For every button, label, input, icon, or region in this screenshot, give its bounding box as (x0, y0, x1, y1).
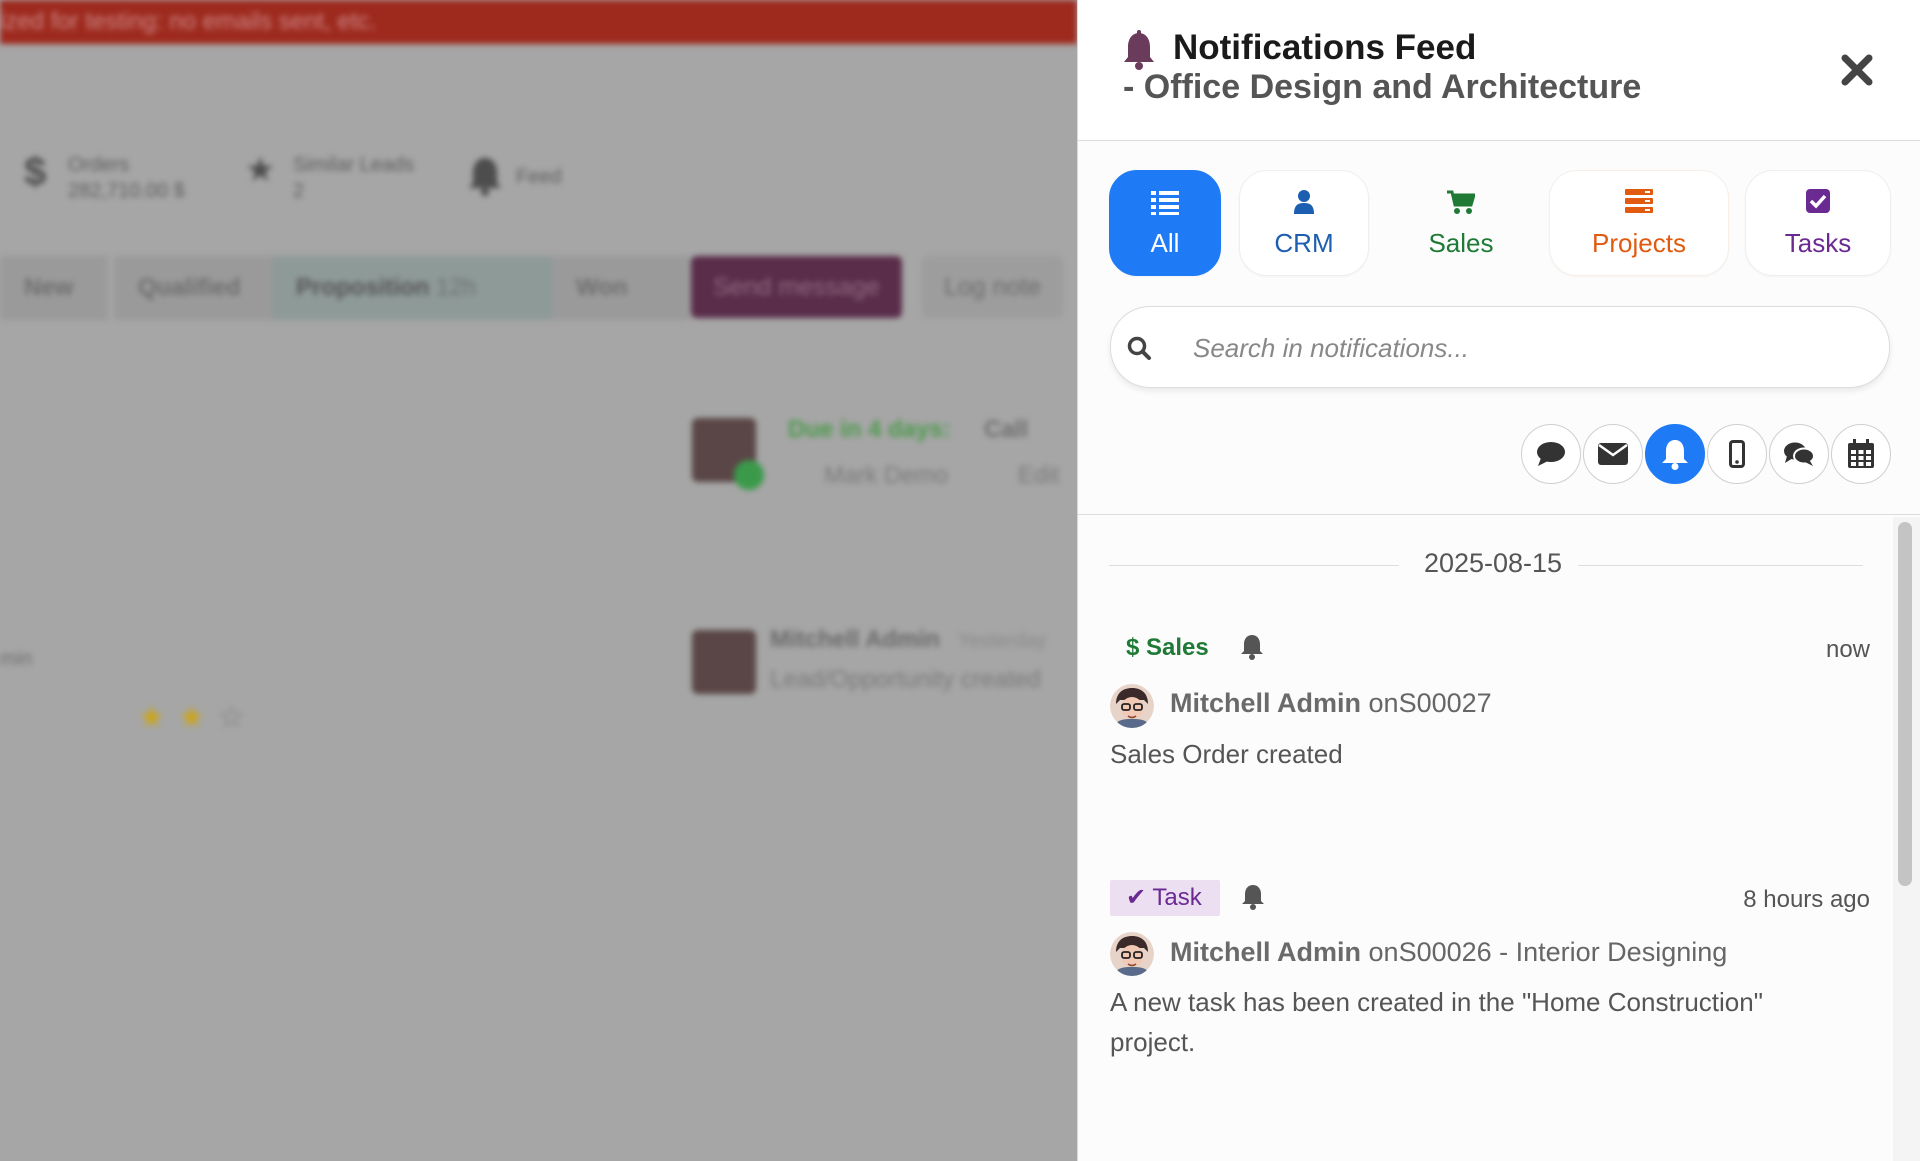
log-note-button[interactable]: Log note (922, 256, 1064, 318)
panel-subtitle: - Office Design and Architecture (1123, 68, 1642, 106)
tab-all[interactable]: All (1109, 170, 1221, 276)
dollar-icon: $ (1126, 634, 1140, 661)
stage-new[interactable]: New (0, 256, 108, 320)
notification-time: 8 hours ago (1743, 886, 1870, 913)
bell-icon (1662, 440, 1688, 470)
calendar-icon (1848, 439, 1874, 468)
filter-notification-button[interactable] (1645, 424, 1705, 484)
date-group-label: 2025-08-15 (1423, 548, 1563, 578)
bell-icon (1242, 885, 1264, 910)
notification-item[interactable]: ✔ Task 8 hours ago Mitchell Admin onS000… (1110, 880, 1870, 1060)
record-reference[interactable]: onS00027 (1369, 688, 1492, 718)
stage-label: New (24, 274, 74, 301)
tab-label: Tasks (1784, 228, 1852, 258)
send-message-button[interactable]: Send message (691, 256, 902, 318)
author-name: Mitchell Admin (1170, 688, 1362, 718)
check-icon: ✔ (1126, 884, 1147, 911)
stage-proposition[interactable]: Proposition 12h (272, 256, 560, 320)
activity-type: Call (984, 416, 1029, 443)
stage-label: Proposition (296, 274, 430, 301)
dollar-icon: $ (24, 150, 47, 194)
button-label: Log note (944, 273, 1042, 301)
tab-label: Sales (1428, 228, 1494, 258)
record-reference[interactable]: onS00026 - Interior Designing (1369, 937, 1728, 967)
banner-text: ized for testing: no emails sent, etc. (0, 8, 377, 35)
filter-sms-button[interactable] (1707, 424, 1767, 484)
button-label: Send message (713, 273, 880, 301)
notification-author-line: Mitchell Admin onS00027 (1170, 688, 1492, 719)
activity-edit-link[interactable]: Edit (1018, 462, 1059, 490)
notification-time: now (1825, 636, 1870, 663)
field-text: min (0, 648, 33, 670)
stage-duration: 12h (436, 274, 477, 301)
stage-label: Won (576, 274, 628, 301)
tab-projects[interactable]: Projects (1549, 170, 1729, 276)
notification-body: Sales Order created (1110, 739, 1343, 769)
activity-due: Due in 4 days: (788, 416, 951, 443)
star-icon: ★ (245, 151, 276, 189)
message-time: Yesterday (958, 630, 1047, 652)
search-input[interactable] (1191, 325, 1855, 371)
checkbox-icon (1746, 189, 1890, 217)
message-author: Mitchell Admin (770, 626, 940, 653)
notification-body: A new task has been created in the "Home… (1110, 987, 1763, 1057)
task-badge: ✔ Task (1110, 880, 1220, 916)
stat-value: 282,710.00 $ (68, 180, 185, 202)
filter-comment-button[interactable] (1521, 424, 1581, 484)
activity-user: Mark Demo (824, 462, 949, 489)
comment-icon (1537, 442, 1565, 466)
stage-label: Qualified (138, 274, 241, 301)
badge-label: Sales (1146, 634, 1209, 661)
sales-badge: $ Sales (1110, 630, 1227, 666)
tab-sales[interactable]: Sales (1387, 170, 1535, 276)
notification-item[interactable]: $ Sales now Mitchell Admin onS00027 Sale… (1110, 630, 1870, 780)
stat-label: Feed (516, 166, 562, 188)
star-filled-icon[interactable]: ★ (138, 700, 165, 735)
avatar (1110, 684, 1154, 728)
message-text: Lead/Opportunity created (770, 666, 1041, 693)
panel-title: Notifications Feed (1173, 28, 1477, 67)
star-empty-icon[interactable]: ☆ (218, 700, 245, 735)
badge-label: Task (1152, 884, 1202, 911)
author-name: Mitchell Admin (1170, 937, 1362, 967)
bell-icon (1124, 30, 1154, 70)
avatar (1110, 932, 1154, 976)
tab-label: Projects (1592, 228, 1686, 258)
filter-calendar-button[interactable] (1831, 424, 1891, 484)
scrollbar-thumb[interactable] (1898, 522, 1912, 886)
star-filled-icon[interactable]: ★ (178, 700, 205, 735)
stage-won[interactable]: Won (552, 256, 690, 320)
whatsapp-icon (734, 460, 764, 490)
stat-label: Orders (68, 154, 130, 176)
comments-icon (1784, 442, 1815, 466)
bell-icon (1241, 635, 1263, 660)
filter-email-button[interactable] (1583, 424, 1643, 484)
close-icon[interactable] (1837, 50, 1877, 90)
message-avatar (692, 630, 756, 694)
stat-value: 2 (293, 180, 305, 202)
panel-header: Notifications Feed - Office Design and A… (1078, 0, 1920, 141)
background-app: ized for testing: no emails sent, etc. $… (0, 0, 1077, 1161)
stat-label: Similar Leads (293, 154, 415, 176)
filter-chat-button[interactable] (1769, 424, 1829, 484)
test-mode-banner: ized for testing: no emails sent, etc. (0, 0, 1077, 44)
search-bar (1110, 306, 1890, 388)
mobile-icon (1729, 440, 1745, 468)
tab-crm[interactable]: CRM (1239, 170, 1369, 276)
user-icon (1240, 189, 1368, 217)
tab-label: CRM (1274, 228, 1334, 258)
notification-author-line: Mitchell Admin onS00026 - Interior Desig… (1170, 937, 1727, 968)
envelope-icon (1598, 443, 1628, 465)
tab-label: All (1150, 228, 1180, 258)
cart-icon (1388, 189, 1534, 217)
search-icon (1127, 336, 1151, 360)
list-icon (1110, 189, 1220, 217)
server-icon (1550, 189, 1728, 217)
divider (1078, 514, 1920, 515)
bell-icon (469, 158, 501, 196)
tab-tasks[interactable]: Tasks (1745, 170, 1891, 276)
notifications-panel: Notifications Feed - Office Design and A… (1077, 0, 1920, 1161)
